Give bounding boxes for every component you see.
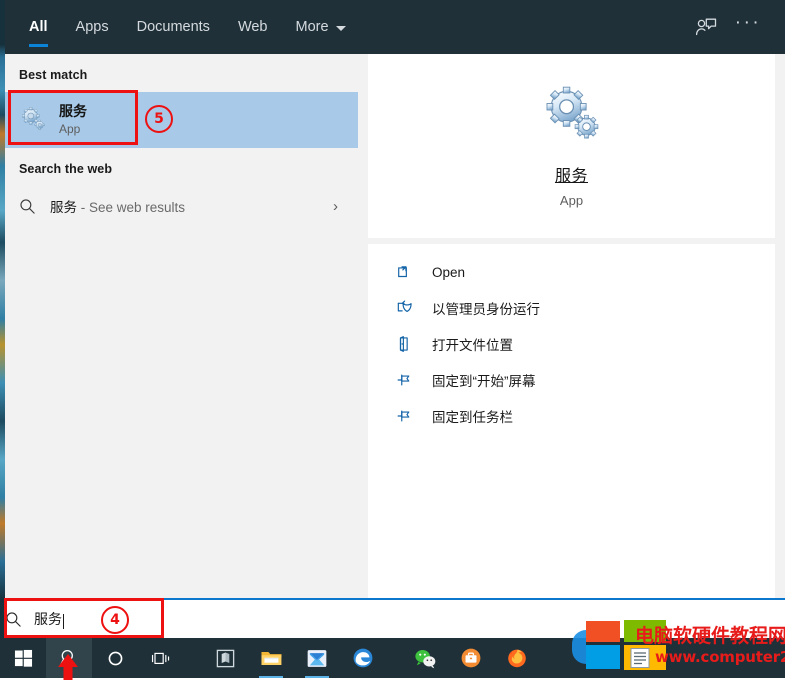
task-view-icon xyxy=(151,649,171,668)
windows-logo-icon xyxy=(14,649,33,668)
pin-icon xyxy=(396,371,418,389)
app-preview-card: 服务 App xyxy=(368,54,775,238)
cortana-button[interactable] xyxy=(92,638,138,678)
search-icon xyxy=(59,648,79,668)
search-icon xyxy=(19,198,36,215)
chevron-right-icon: › xyxy=(333,198,338,215)
feedback-button[interactable] xyxy=(685,6,727,48)
text-cursor xyxy=(63,614,64,629)
cortana-circle-icon xyxy=(106,649,125,668)
store-button[interactable] xyxy=(202,638,248,678)
search-input-bar[interactable]: 服务 xyxy=(5,598,785,638)
shield-run-icon xyxy=(396,299,418,317)
foxmail-button[interactable] xyxy=(294,638,340,678)
preview-panel: 服务 App Open xyxy=(358,54,785,638)
search-web-heading: Search the web xyxy=(5,148,358,186)
best-match-heading: Best match xyxy=(5,54,358,92)
search-flyout-window: All Apps Documents Web More xyxy=(5,0,785,638)
pin-icon xyxy=(396,407,418,425)
search-filter-tabs: All Apps Documents Web More xyxy=(15,0,360,54)
best-match-result-item[interactable]: 服务 App xyxy=(5,92,358,148)
action-run-as-administrator-label: 以管理员身份运行 xyxy=(432,298,540,318)
wechat-button[interactable] xyxy=(402,638,448,678)
edge-icon xyxy=(352,647,374,669)
search-button[interactable] xyxy=(46,638,92,678)
open-window-icon xyxy=(396,263,418,281)
action-open[interactable]: Open xyxy=(368,254,775,290)
action-open-label: Open xyxy=(432,265,465,280)
action-open-file-location-label: 打开文件位置 xyxy=(432,334,513,354)
services-gear-icon xyxy=(543,85,601,148)
tab-web-label: Web xyxy=(238,19,268,35)
ellipsis-icon: ··· xyxy=(735,13,761,32)
search-icon xyxy=(5,611,22,628)
web-result-suffix: - See web results xyxy=(81,200,185,215)
folder-location-icon xyxy=(396,335,418,353)
search-input-value[interactable]: 服务 xyxy=(34,609,62,629)
tab-web[interactable]: Web xyxy=(224,0,282,54)
more-options-button[interactable]: ··· xyxy=(727,6,769,48)
foxmail-icon xyxy=(306,648,328,669)
file-explorer-button[interactable] xyxy=(248,638,294,678)
wechat-icon xyxy=(414,648,437,669)
results-list-panel: Best match xyxy=(5,54,358,638)
preview-app-title: 服务 xyxy=(555,162,588,186)
action-pin-to-start-label: 固定到“开始”屏幕 xyxy=(432,370,536,390)
action-pin-to-taskbar-label: 固定到任务栏 xyxy=(432,406,513,426)
tab-apps-label: Apps xyxy=(76,19,109,35)
preview-app-subtitle: App xyxy=(560,193,583,208)
search-header: All Apps Documents Web More xyxy=(5,0,785,54)
app-actions-card: Open 以管理员身份运行 xyxy=(368,244,775,624)
tab-apps[interactable]: Apps xyxy=(62,0,123,54)
tab-documents-label: Documents xyxy=(137,19,210,35)
action-pin-to-start[interactable]: 固定到“开始”屏幕 xyxy=(368,362,775,398)
person-feedback-icon xyxy=(694,15,718,39)
action-run-as-administrator[interactable]: 以管理员身份运行 xyxy=(368,290,775,326)
windows-taskbar xyxy=(0,638,785,678)
best-match-title: 服务 xyxy=(59,103,87,120)
tab-all[interactable]: All xyxy=(15,0,62,54)
best-match-text: 服务 App xyxy=(59,103,87,137)
briefcase-app-button[interactable] xyxy=(448,638,494,678)
web-result-item[interactable]: 服务 - See web results › xyxy=(5,186,358,226)
tab-more-label: More xyxy=(296,19,329,35)
action-pin-to-taskbar[interactable]: 固定到任务栏 xyxy=(368,398,775,434)
desktop-background-strip xyxy=(0,0,5,638)
web-result-query: 服务 xyxy=(50,200,77,215)
services-gear-icon xyxy=(19,107,49,133)
web-result-label: 服务 - See web results xyxy=(50,196,185,216)
tab-documents[interactable]: Documents xyxy=(123,0,224,54)
start-button[interactable] xyxy=(0,638,46,678)
file-explorer-icon xyxy=(260,648,283,669)
edge-button[interactable] xyxy=(340,638,386,678)
tab-more[interactable]: More xyxy=(282,0,360,54)
header-actions: ··· xyxy=(685,0,785,54)
best-match-subtitle: App xyxy=(59,121,87,137)
microsoft-store-icon xyxy=(215,648,236,669)
firefox-icon xyxy=(506,647,528,669)
task-view-button[interactable] xyxy=(138,638,184,678)
tab-all-label: All xyxy=(29,19,48,35)
firefox-button[interactable] xyxy=(494,638,540,678)
action-open-file-location[interactable]: 打开文件位置 xyxy=(368,326,775,362)
briefcase-icon xyxy=(460,647,482,669)
chevron-down-icon xyxy=(336,26,346,31)
